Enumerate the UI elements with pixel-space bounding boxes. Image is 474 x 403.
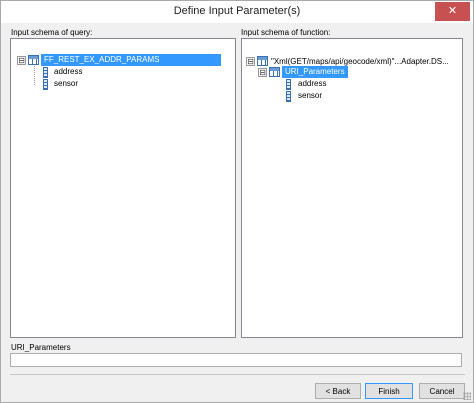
divider [10, 374, 465, 375]
collapse-icon[interactable]: ⊟ [258, 68, 267, 77]
close-button[interactable]: ✕ [435, 2, 470, 21]
field-icon [43, 67, 48, 78]
title-bar[interactable]: Define Input Parameter(s) ✕ [1, 1, 473, 23]
close-icon: ✕ [447, 5, 458, 17]
collapse-icon[interactable]: ⊟ [246, 57, 255, 66]
query-schema-tree[interactable]: ⊟ FF_REST_EX_ADDR_PARAMS address sensor [10, 38, 236, 338]
tree-node-sensor[interactable]: sensor [298, 91, 322, 100]
field-icon [286, 91, 291, 102]
finish-button[interactable]: Finish [365, 383, 413, 399]
resize-grip-icon[interactable] [463, 392, 471, 400]
field-icon [286, 79, 291, 90]
table-icon [257, 56, 268, 66]
tree-node-address[interactable]: address [54, 67, 82, 76]
query-schema-label: Input schema of query: [11, 28, 93, 37]
tree-connector [34, 66, 35, 85]
function-schema-label: Input schema of function: [241, 28, 331, 37]
cancel-button[interactable]: Cancel [419, 383, 465, 399]
table-icon [28, 55, 39, 65]
tree-node-query-root[interactable]: FF_REST_EX_ADDR_PARAMS [41, 54, 221, 66]
back-button[interactable]: < Back [315, 383, 361, 399]
tree-node-sensor[interactable]: sensor [54, 79, 78, 88]
window-title: Define Input Parameter(s) [173, 5, 301, 17]
function-schema-tree[interactable]: ⊟ "Xml(GET/maps/api/geocode/xml)"...Adap… [241, 38, 463, 338]
selection-path-field[interactable] [10, 353, 462, 367]
dialog-window: Define Input Parameter(s) ✕ Input schema… [0, 0, 474, 403]
collapse-icon[interactable]: ⊟ [17, 56, 26, 65]
tree-node-function-root[interactable]: "Xml(GET/maps/api/geocode/xml)"...Adapte… [271, 57, 449, 66]
tree-node-address[interactable]: address [298, 79, 326, 88]
field-icon [43, 79, 48, 90]
tree-node-uri-parameters[interactable]: URI_Parameters [282, 66, 348, 78]
table-icon [269, 67, 280, 77]
selection-field-label: URI_Parameters [11, 343, 71, 352]
